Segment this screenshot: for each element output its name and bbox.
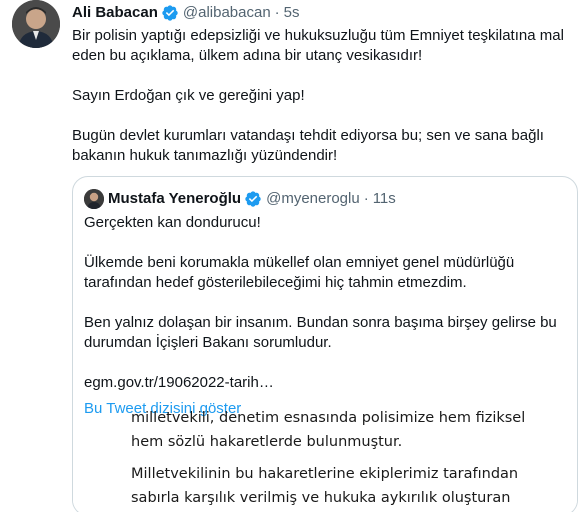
separator-dot: · bbox=[363, 190, 369, 207]
author-name[interactable]: Ali Babacan bbox=[72, 3, 158, 23]
tweet-paragraph: Bir polisin yaptığı edepsizliği ve hukuk… bbox=[72, 27, 564, 64]
document-line: Milletvekilinin bu hakaretlerine ekipler… bbox=[131, 466, 519, 482]
tweet-text: Bir polisin yaptığı edepsizliği ve hukuk… bbox=[72, 26, 572, 166]
tweet-paragraph: Bugün devlet kurumları vatandaşı tehdit … bbox=[72, 127, 544, 164]
attached-document-image[interactable]: milletvekili, denetim esnasında polisimi… bbox=[73, 410, 577, 512]
quoted-paragraph: Ülkemde beni korumakla mükellef olan emn… bbox=[84, 254, 515, 291]
quoted-tweet-header: Mustafa Yeneroğlu @myeneroglu · 11s bbox=[84, 189, 396, 209]
document-line: hem sözlü hakaretlerde bulunmuştur. bbox=[131, 434, 403, 450]
author-avatar[interactable] bbox=[12, 0, 60, 48]
quoted-tweet-text: Gerçekten kan dondurucu! Ülkemde beni ko… bbox=[84, 213, 564, 419]
quoted-paragraph: Ben yalnız dolaşan bir insanım. Bundan s… bbox=[84, 314, 557, 351]
document-line: sabırla karşılık verilmiş ve hukuka aykı… bbox=[131, 490, 511, 506]
quoted-author-name: Mustafa Yeneroğlu bbox=[108, 190, 242, 207]
tweet-header: Ali Babacan @alibabacan · 5s bbox=[72, 3, 300, 23]
quoted-author-handle: @myeneroglu bbox=[266, 190, 360, 207]
document-line: milletvekili, denetim esnasında polisimi… bbox=[131, 410, 526, 426]
verified-badge-icon bbox=[161, 4, 179, 22]
quoted-tweet-card[interactable]: Mustafa Yeneroğlu @myeneroglu · 11s Gerç… bbox=[72, 176, 578, 512]
tweet-time[interactable]: 5s bbox=[284, 3, 300, 23]
quoted-author-avatar bbox=[84, 189, 104, 209]
tweet-paragraph: Sayın Erdoğan çık ve gereğini yap! bbox=[72, 87, 305, 104]
author-handle[interactable]: @alibabacan bbox=[183, 3, 271, 23]
quoted-tweet-time: 11s bbox=[372, 190, 396, 207]
quoted-link[interactable]: egm.gov.tr/19062022-tarih… bbox=[84, 373, 564, 393]
verified-badge-icon bbox=[244, 190, 262, 208]
separator-dot: · bbox=[274, 4, 280, 21]
quoted-paragraph: Gerçekten kan dondurucu! bbox=[84, 214, 261, 231]
